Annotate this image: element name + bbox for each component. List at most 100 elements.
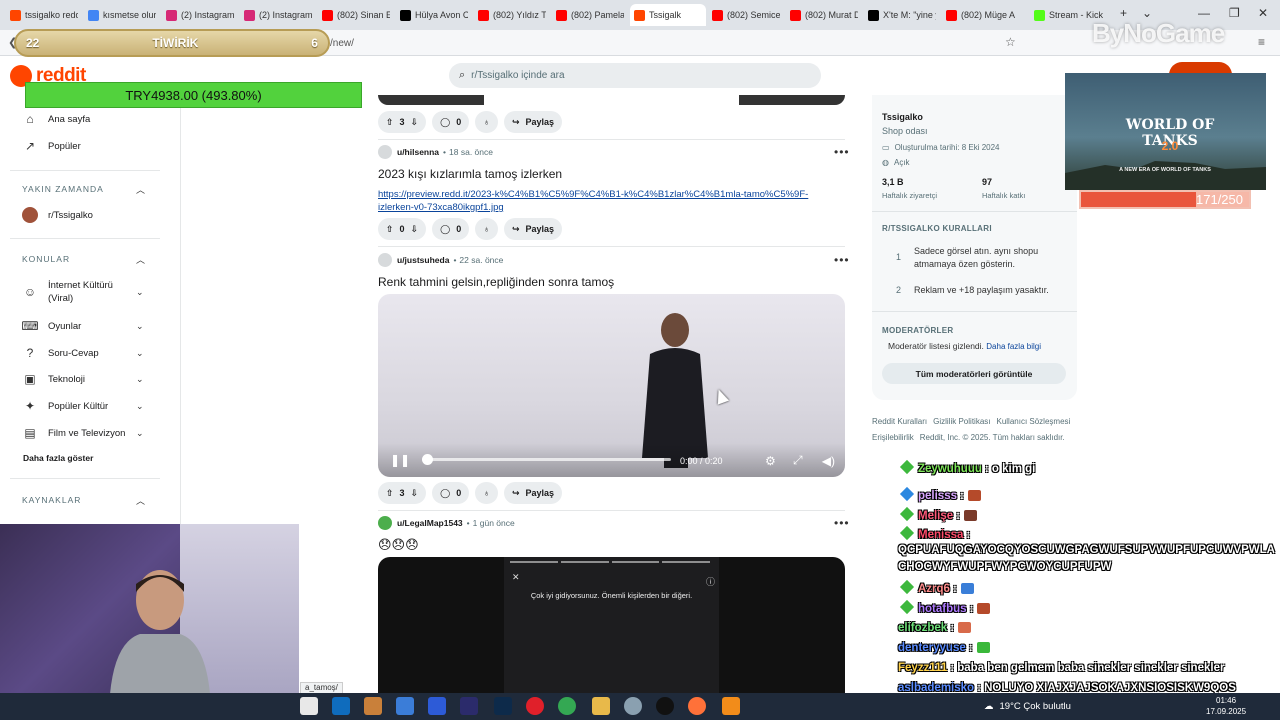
post-title[interactable]: Renk tahmini gelsin,repliğinden sonra ta… <box>378 275 614 289</box>
browser-tab[interactable]: (2) Instagram <box>162 4 234 26</box>
nav-popular[interactable]: ↗ Popüler <box>22 138 81 154</box>
info-icon[interactable]: ⓘ <box>706 575 715 588</box>
chat-username[interactable]: Azrq6 <box>918 583 950 595</box>
post-image[interactable] <box>378 95 845 105</box>
photoshop-icon[interactable] <box>494 697 512 715</box>
nav-recent-subreddit[interactable]: r/Tssigalko <box>22 207 93 223</box>
premiere-icon[interactable] <box>460 697 478 715</box>
comments-button[interactable]: ◯ 0 <box>432 218 470 240</box>
award-button[interactable]: ♁ <box>475 111 498 133</box>
section-recent[interactable]: YAKIN ZAMANDA ︿ <box>22 184 145 195</box>
award-button[interactable]: ♁ <box>475 218 498 240</box>
opera-icon[interactable] <box>526 697 544 715</box>
chevron-up-icon[interactable]: ︿ <box>136 253 146 266</box>
outlook-icon[interactable] <box>332 697 350 715</box>
chat-username[interactable]: elifozbek <box>898 622 947 634</box>
app-icon[interactable] <box>624 697 642 715</box>
folder-icon[interactable] <box>592 697 610 715</box>
browser-tab[interactable]: (802) Yıldız Tilt <box>474 4 546 26</box>
section-topics[interactable]: KONULAR ︿ <box>22 254 145 265</box>
nav-home[interactable]: ⌂ Ana sayfa <box>22 111 90 127</box>
browser-tab[interactable]: Hülya Avon Cı <box>396 4 468 26</box>
video-player[interactable]: ❚❚ 0:00 / 0:20 ⚙ ⤢ ◀) <box>378 294 845 477</box>
chevron-down-icon[interactable]: ⌄ <box>136 401 144 412</box>
post-story-media[interactable]: ✕ ⓘ Çok iyi gidiyorsunuz. Önemli kişiler… <box>378 557 845 693</box>
post-title[interactable]: 😞😞😞 <box>378 537 419 553</box>
menu-icon[interactable]: ≡ <box>1258 35 1265 49</box>
chevron-up-icon[interactable]: ︿ <box>136 183 146 196</box>
chrome-icon[interactable] <box>558 697 576 715</box>
video-progress-track[interactable] <box>426 458 671 461</box>
chat-username[interactable]: hotafbus <box>918 603 967 615</box>
app-icon[interactable] <box>364 697 382 715</box>
rule-text[interactable]: Reklam ve +18 paylaşım yasaktır. <box>914 285 1049 295</box>
share-button[interactable]: ↪ Paylaş <box>503 218 563 240</box>
mods-more-link[interactable]: Daha fazla bilgi <box>986 342 1041 351</box>
weather-icon[interactable]: ☁ <box>984 701 994 712</box>
bookmark-star-icon[interactable]: ☆ <box>1005 35 1016 49</box>
post-author[interactable]: u/justsuheda <box>397 255 449 265</box>
downvote-icon[interactable]: ⇩ <box>411 488 419 499</box>
upvote-icon[interactable]: ⇧ <box>386 117 394 128</box>
share-button[interactable]: ↪ Paylaş <box>503 482 563 504</box>
topic-tech[interactable]: ▣ Teknoloji ⌄ <box>22 371 143 387</box>
topic-pop-culture[interactable]: ✦ Popüler Kültür ⌄ <box>22 398 144 414</box>
url-text[interactable]: /new/ <box>330 38 354 49</box>
browser-tab[interactable]: (2) Instagram <box>240 4 312 26</box>
pause-icon[interactable]: ❚❚ <box>390 453 410 467</box>
downvote-icon[interactable]: ⇩ <box>411 224 419 235</box>
post-title[interactable]: 2023 kışı kızlarımla tamoş izlerken <box>378 167 562 181</box>
volume-icon[interactable]: ◀) <box>822 454 835 468</box>
downvote-icon[interactable]: ⇩ <box>411 117 419 128</box>
browser-tab[interactable]: tssigalko redd <box>6 4 78 26</box>
browser-tab[interactable]: (802) Semicen <box>708 4 780 26</box>
obs-icon[interactable] <box>656 697 674 715</box>
award-button[interactable]: ♁ <box>475 482 498 504</box>
footer-link[interactable]: Reddit Kuralları <box>872 417 927 426</box>
maximize-icon[interactable]: ❐ <box>1229 6 1240 20</box>
browser-tab[interactable]: (802) Müge A <box>942 4 1022 26</box>
rule-text[interactable]: Sadece görsel atın. aynı shopu atmamaya … <box>914 245 1054 271</box>
section-resources[interactable]: KAYNAKLAR ︿ <box>22 495 145 506</box>
avatar[interactable] <box>378 516 392 530</box>
chevron-down-icon[interactable]: ⌄ <box>136 321 144 332</box>
vlc-icon[interactable] <box>722 697 740 715</box>
browser-tab[interactable]: X'te M: "yine y <box>864 4 936 26</box>
chat-username[interactable]: Menissa <box>918 529 963 541</box>
video-scrubber[interactable] <box>422 454 433 465</box>
taskbar-clock[interactable]: 01:46 17.09.2025 <box>1206 695 1246 717</box>
browser-tab[interactable]: (802) Sinan En <box>318 4 390 26</box>
upvote-icon[interactable]: ⇧ <box>386 224 394 235</box>
vote-control[interactable]: ⇧ 3 ⇩ <box>378 482 427 504</box>
post-author[interactable]: u/hilsenna <box>397 147 439 157</box>
chevron-down-icon[interactable]: ⌄ <box>136 428 144 439</box>
post-author[interactable]: u/LegalMap1543 <box>397 518 463 528</box>
vote-control[interactable]: ⇧ 3 ⇩ <box>378 111 427 133</box>
topic-games[interactable]: ⌨ Oyunlar ⌄ <box>21 318 143 334</box>
comments-button[interactable]: ◯ 0 <box>432 111 470 133</box>
browser-tab[interactable]: (802) Pamela <box>552 4 624 26</box>
browser-tab[interactable]: kısmetse olur <box>84 4 156 26</box>
app-icon[interactable] <box>428 697 446 715</box>
settings-gear-icon[interactable]: ⚙ <box>765 454 776 468</box>
chevron-down-icon[interactable]: ⌄ <box>136 348 144 359</box>
topic-film-tv[interactable]: ▤ Film ve Televizyon ⌄ <box>22 425 143 441</box>
comments-button[interactable]: ◯ 0 <box>432 482 470 504</box>
browser-tab[interactable]: Tssigalk <box>630 4 706 26</box>
post-options-icon[interactable]: ••• <box>834 516 850 530</box>
chat-username[interactable]: Zeywuhuuu <box>918 463 982 475</box>
post-options-icon[interactable]: ••• <box>834 145 850 159</box>
browser-tab[interactable]: (802) Murat D <box>786 4 858 26</box>
share-button[interactable]: ↪ Paylaş <box>503 111 563 133</box>
close-window-icon[interactable]: ✕ <box>1258 6 1268 20</box>
avatar[interactable] <box>378 145 392 159</box>
post-link[interactable]: https://preview.redd.it/2023-k%C4%B1%C5%… <box>378 188 828 214</box>
post-options-icon[interactable]: ••• <box>834 253 850 267</box>
fullscreen-icon[interactable]: ⤢ <box>793 453 803 468</box>
app-icon[interactable] <box>396 697 414 715</box>
weather-text[interactable]: 19°C Çok bulutlu <box>1000 701 1071 712</box>
footer-link[interactable]: Erişilebilirlik <box>872 433 914 442</box>
chat-username[interactable]: Feyzz111 <box>898 662 947 674</box>
footer-link[interactable]: Kullanıcı Sözleşmesi <box>996 417 1070 426</box>
view-all-mods-button[interactable]: Tüm moderatörleri görüntüle <box>882 363 1066 384</box>
